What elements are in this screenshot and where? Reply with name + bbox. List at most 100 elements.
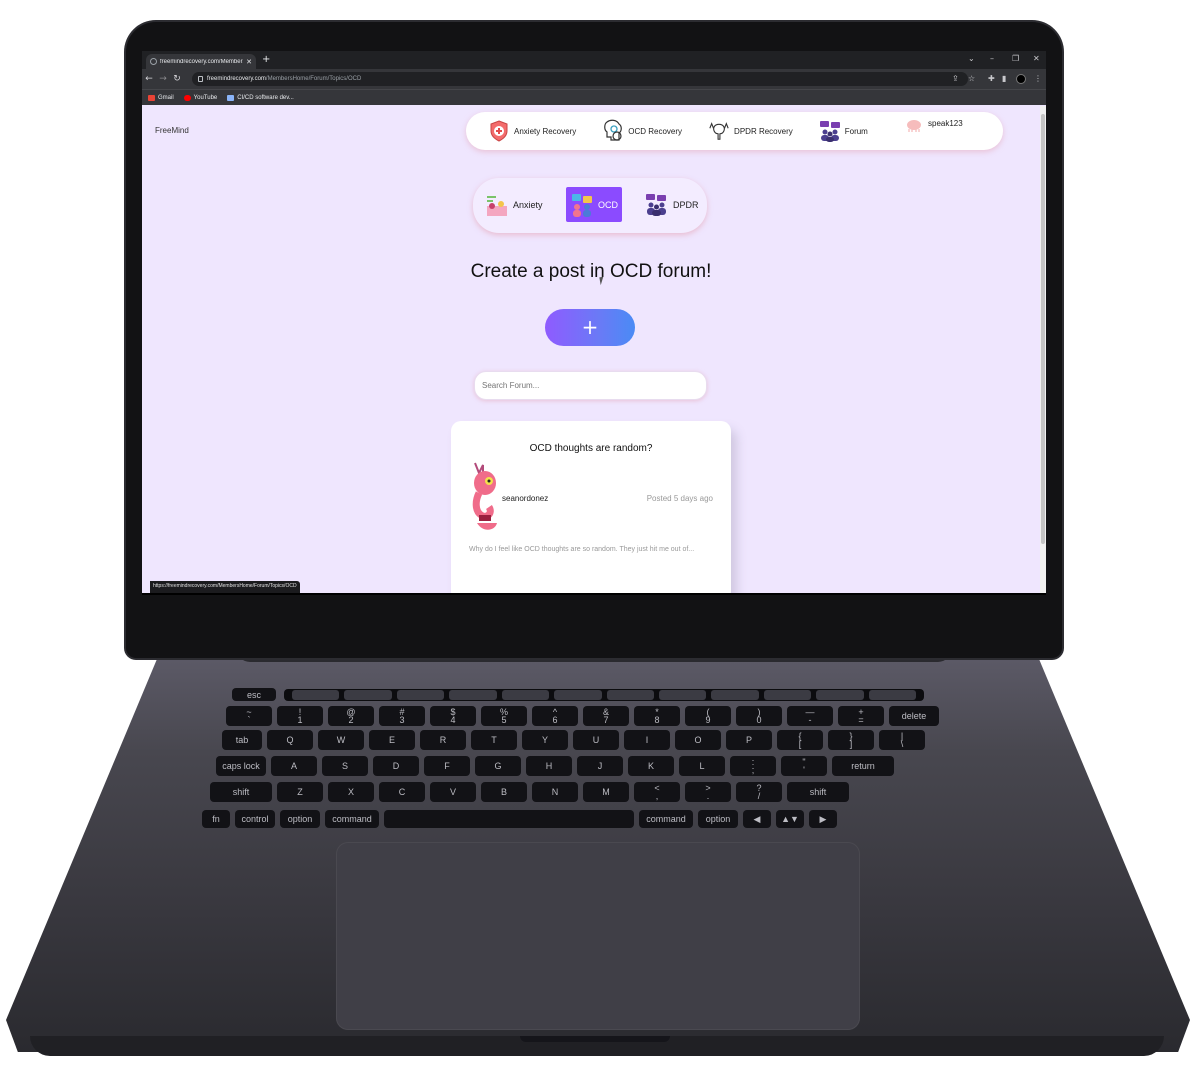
key: * 8 [634,706,680,726]
key: U [573,730,619,750]
brain-hands-icon [708,120,730,142]
topic-ocd[interactable]: OCD [566,187,622,222]
minimize-icon[interactable]: – [990,54,994,63]
browser-toolbar: ← → ↻ freemindrecovery.com/MembersHome/F… [142,69,1046,89]
nav-forum[interactable]: Forum [819,120,868,142]
avatar [906,119,922,135]
key: } ] [828,730,874,750]
bookmark-cicd[interactable]: CI/CD software dev... [227,94,294,101]
post-author[interactable]: seanordonez [502,494,548,503]
reload-icon[interactable]: ↻ [170,74,184,84]
forward-icon[interactable]: → [156,74,170,84]
gmail-icon [148,94,155,101]
page-title: Create a post in OCD forum! [470,261,712,282]
menu-icon[interactable]: ⋮ [1034,74,1042,83]
close-window-icon[interactable]: ✕ [1033,54,1040,63]
key: O [675,730,721,750]
key: command [639,810,693,828]
search-input[interactable] [474,371,707,400]
share-icon[interactable]: ⇪ [952,74,959,83]
key: command [325,810,379,828]
key: C [379,782,425,802]
nav-anxiety-recovery[interactable]: Anxiety Recovery [488,120,576,142]
shield-cross-icon [488,120,510,142]
key: + = [838,706,884,726]
close-tab-icon[interactable]: ✕ [246,58,252,66]
site-logo[interactable]: FreeMind [155,126,189,135]
bookmark-gmail[interactable]: Gmail [148,94,174,101]
back-icon[interactable]: ← [142,74,156,84]
scrollbar-thumb[interactable] [1041,114,1045,544]
author-avatar [472,462,497,530]
page-scrollbar[interactable] [1040,106,1046,593]
key: { [ [777,730,823,750]
anxiety-topic-icon [487,195,507,216]
key: shift [787,782,849,802]
key: option [698,810,738,828]
key: K [628,756,674,776]
username: speak123 [928,119,963,128]
key: shift [210,782,272,802]
key: J [577,756,623,776]
browser-tab[interactable]: freemindrecovery.com/MembersHom ✕ [146,54,256,69]
key: @ 2 [328,706,374,726]
key: delete [889,706,939,726]
key: X [328,782,374,802]
post-card[interactable]: OCD thoughts are random? seanordonez Pos… [451,421,731,593]
document-icon [227,94,235,101]
key: — - [787,706,833,726]
keyboard: esc ~ `! 1 @ 2 # 3 $ 4% 5 ^ 6 & 7 * 8( 9) 0— -… [186,684,1006,844]
key: W [318,730,364,750]
key: B [481,782,527,802]
trackpad [336,842,860,1030]
user-menu[interactable]: speak123 [906,119,963,135]
key: ▶ [809,810,837,828]
nav-dpdr-recovery[interactable]: DPDR Recovery [708,120,793,142]
key: D [373,756,419,776]
profile-icon[interactable] [1016,74,1026,84]
browser-window: freemindrecovery.com/MembersHom ✕ + ⌄ – … [142,51,1046,593]
extensions-icon[interactable]: ✚ [988,74,995,83]
brain-gear-icon [602,119,624,142]
key: ! 1 [277,706,323,726]
address-bar[interactable]: freemindrecovery.com/MembersHome/Forum/T… [192,72,968,86]
key: E [369,730,415,750]
topic-dpdr[interactable]: DPDR [641,187,703,222]
globe-icon [150,58,157,65]
key: ) 0 [736,706,782,726]
star-icon[interactable]: ☆ [968,74,975,83]
topic-anxiety[interactable]: Anxiety [481,187,547,222]
bookmarks-bar: Gmail YouTube CI/CD software dev... [142,89,1046,105]
key: T [471,730,517,750]
post-title[interactable]: OCD thoughts are random? [451,443,731,454]
key-esc: esc [232,688,276,701]
key: # 3 [379,706,425,726]
sidebar-icon[interactable]: ▮ [1002,74,1006,83]
key: % 5 [481,706,527,726]
key: option [280,810,320,828]
key: Y [522,730,568,750]
key: M [583,782,629,802]
laptop-mockup: esc ~ `! 1 @ 2 # 3 $ 4% 5 ^ 6 & 7 * 8( 9) 0— -… [0,0,1194,1080]
main-nav: Anxiety Recovery OCD Recovery DPDR Recov… [466,112,1003,150]
key: tab [222,730,262,750]
create-post-button[interactable]: + [545,309,635,346]
restore-icon[interactable]: ❐ [1012,54,1019,63]
key: ^ 6 [532,706,578,726]
bookmark-youtube[interactable]: YouTube [183,94,217,101]
key: return [832,756,894,776]
link-status-bar: https://freemindrecovery.com/MembersHome… [150,581,300,593]
key: < , [634,782,680,802]
key: | \ [879,730,925,750]
key: H [526,756,572,776]
key: ▲▼ [776,810,804,828]
key: G [475,756,521,776]
tab-search-icon[interactable]: ⌄ [968,54,975,63]
nav-ocd-recovery[interactable]: OCD Recovery [602,119,682,142]
new-tab-icon[interactable]: + [262,54,270,66]
key: $ 4 [430,706,476,726]
web-page: FreeMind Anxiety Recovery OCD Recovery D… [142,106,1040,593]
key: F [424,756,470,776]
key: ~ ` [226,706,272,726]
key: : ; [730,756,776,776]
